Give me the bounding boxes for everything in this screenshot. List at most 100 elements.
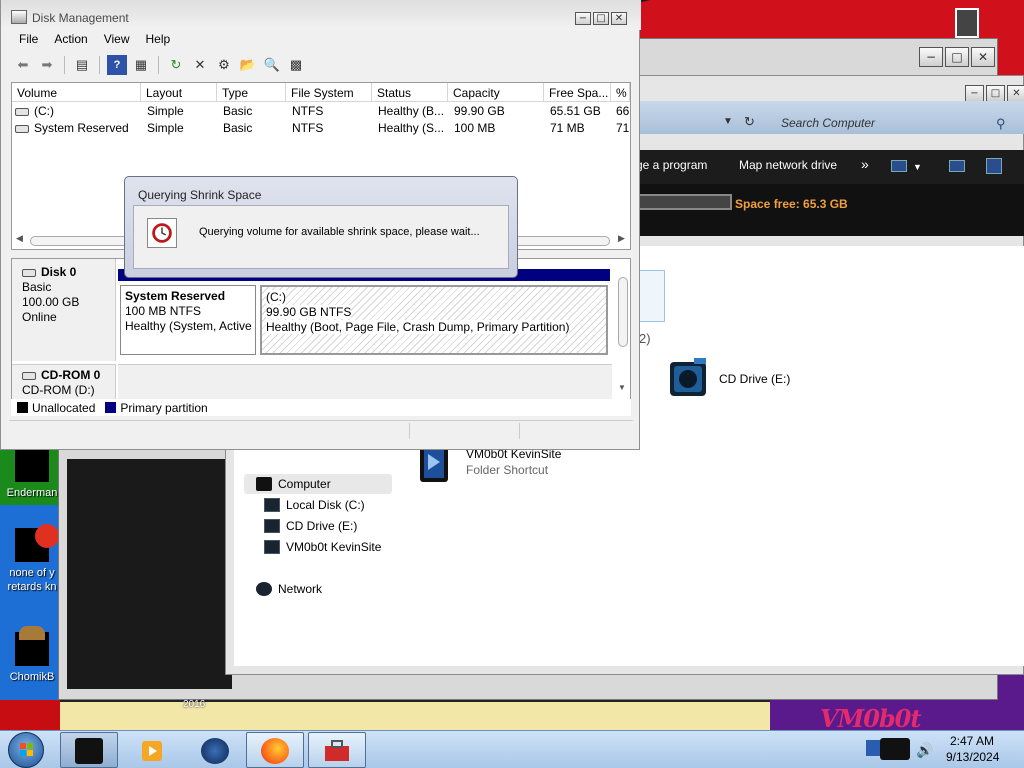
desktop-icon-label: retards kn	[7, 581, 57, 593]
back-arrow-icon[interactable]: ⬅	[13, 55, 33, 75]
desktop-icon-chomikbox[interactable]: ChomikB	[2, 626, 62, 684]
dm-caption-buttons: − □ ✕	[575, 12, 627, 25]
chomikbox-icon	[15, 626, 49, 666]
drive-icon	[15, 107, 29, 116]
drive-tray-icon[interactable]	[880, 738, 910, 760]
minimize-button[interactable]: −	[919, 47, 943, 67]
drive-icon	[264, 498, 280, 512]
column-header-capacity[interactable]: Capacity	[448, 83, 544, 102]
cdrom-icon	[22, 371, 36, 380]
row-capacity-cell: 100 MB	[454, 121, 496, 135]
clock-time[interactable]: 2:47 AM	[950, 734, 994, 748]
vertical-scrollbar[interactable]: ▼	[616, 269, 630, 392]
wallpaper-brand-text: VM0b0t	[820, 704, 921, 733]
help-icon[interactable]	[986, 158, 1002, 174]
disk0-header[interactable]: Disk 0 Basic 100.00 GB Online	[12, 259, 116, 361]
nav-kevinsite[interactable]: VM0b0t KevinSite	[264, 540, 381, 554]
column-header-layout[interactable]: Layout	[141, 83, 217, 102]
taskbar-firefox[interactable]	[246, 732, 304, 768]
uninstall-program-button[interactable]: ge a program	[636, 158, 707, 172]
scroll-thumb[interactable]	[618, 277, 628, 347]
column-header-file-system[interactable]: File System	[286, 83, 372, 102]
explorer-caption-buttons: − □ ✕	[965, 85, 1024, 102]
explorer-dark-panel	[67, 459, 232, 689]
maximize-button[interactable]: □	[986, 85, 1005, 102]
explorer-back-caption-buttons: − □ ✕	[919, 47, 995, 67]
minimize-button[interactable]: −	[575, 12, 591, 25]
desktop-icon-enderman[interactable]: Enderman	[2, 448, 62, 500]
grid-view-icon[interactable]: ▩	[286, 55, 306, 75]
dialog-message: Querying volume for available shrink spa…	[199, 226, 480, 238]
menu-help[interactable]: Help	[138, 30, 179, 50]
speaker-icon[interactable]: 🔊	[916, 742, 933, 759]
cdrom-area	[118, 364, 612, 400]
close-button[interactable]: ✕	[611, 12, 627, 25]
legend-label-primary: Primary partition	[120, 400, 208, 415]
maximize-button[interactable]: □	[945, 47, 969, 67]
nav-computer[interactable]: Computer	[244, 474, 392, 494]
column-header-status[interactable]: Status	[372, 83, 448, 102]
properties-icon[interactable]: ▦	[131, 55, 151, 75]
disk0-size: 100.00 GB	[22, 295, 80, 309]
taskbar-toolbox[interactable]	[308, 732, 366, 768]
search-icon[interactable]: 🔍	[262, 55, 282, 75]
row-volume-cell: (C:)	[15, 104, 54, 118]
help-icon[interactable]: ?	[107, 55, 127, 75]
taskbar-disk-management[interactable]	[60, 732, 118, 768]
nav-local-disk[interactable]: Local Disk (C:)	[264, 498, 365, 512]
forward-arrow-icon[interactable]: ➡	[37, 55, 57, 75]
menu-action[interactable]: Action	[46, 30, 95, 50]
scroll-down-icon[interactable]: ▼	[618, 383, 626, 392]
partition-system-reserved[interactable]: System Reserved 100 MB NTFS Healthy (Sys…	[120, 285, 256, 355]
close-button[interactable]: ✕	[971, 47, 995, 67]
chevron-down-icon[interactable]: ▼	[723, 116, 733, 127]
show-hide-console-icon[interactable]: ▤	[72, 55, 92, 75]
row-type-cell: Basic	[223, 121, 253, 135]
menu-view[interactable]: View	[96, 30, 138, 50]
shield-icon[interactable]	[866, 740, 880, 756]
scroll-left-icon[interactable]: ◀	[16, 233, 23, 244]
refresh-icon[interactable]: ↻	[166, 55, 186, 75]
window-title: Disk Management	[32, 11, 129, 25]
more-commands-button[interactable]: »	[861, 156, 869, 172]
refresh-icon[interactable]: ↻	[744, 114, 755, 130]
menu-file[interactable]: File	[11, 30, 46, 50]
row-percent-cell: 66	[616, 104, 630, 118]
map-network-drive-button[interactable]: Map network drive	[739, 158, 837, 172]
selected-tile[interactable]	[639, 270, 665, 322]
minimize-button[interactable]: −	[965, 85, 984, 102]
scroll-right-icon[interactable]: ▶	[618, 233, 625, 244]
column-header-percent[interactable]: %	[611, 83, 630, 102]
status-divider	[519, 423, 520, 439]
delete-icon[interactable]: ✕	[190, 55, 210, 75]
disk-icon	[22, 268, 36, 277]
nav-network[interactable]: Network	[256, 582, 322, 596]
search-icon[interactable]: ⚲	[996, 116, 1006, 132]
start-button[interactable]	[8, 732, 44, 768]
clock-date[interactable]: 9/13/2024	[946, 750, 999, 764]
windows-logo-icon	[20, 743, 33, 756]
column-header-volume[interactable]: Volume	[12, 83, 141, 102]
details-pane: Space free: 65.3 GB	[636, 184, 1024, 236]
cd-drive-item[interactable]: CD Drive (E:)	[719, 372, 790, 386]
search-input[interactable]: Search Computer	[781, 116, 875, 130]
preview-pane-icon[interactable]	[949, 160, 965, 172]
column-header-type[interactable]: Type	[217, 83, 286, 102]
chevron-down-icon[interactable]: ▼	[913, 162, 922, 172]
maximize-button[interactable]: □	[593, 12, 609, 25]
row-type-cell: Basic	[223, 104, 253, 118]
settings-icon[interactable]: ⚙	[214, 55, 234, 75]
close-button[interactable]: ✕	[1007, 85, 1024, 102]
space-free-text: Space free: 65.3 GB	[735, 197, 848, 211]
taskbar-globe[interactable]	[186, 732, 244, 768]
status-bar	[9, 420, 633, 442]
row-free-cell: 65.51 GB	[550, 104, 601, 118]
taskbar-media-player[interactable]	[124, 732, 182, 768]
view-options-icon[interactable]	[891, 160, 907, 172]
column-header-free-space[interactable]: Free Spa...	[544, 83, 611, 102]
cdrom-header[interactable]: CD-ROM 0 CD-ROM (D:)	[12, 364, 116, 400]
nav-cd-drive[interactable]: CD Drive (E:)	[264, 519, 357, 533]
desktop-icon-none-of-you[interactable]: none of y retards kn	[2, 524, 62, 594]
partition-c-drive[interactable]: (C:) 99.90 GB NTFS Healthy (Boot, Page F…	[260, 285, 608, 355]
open-folder-icon[interactable]: 📂	[238, 55, 258, 75]
